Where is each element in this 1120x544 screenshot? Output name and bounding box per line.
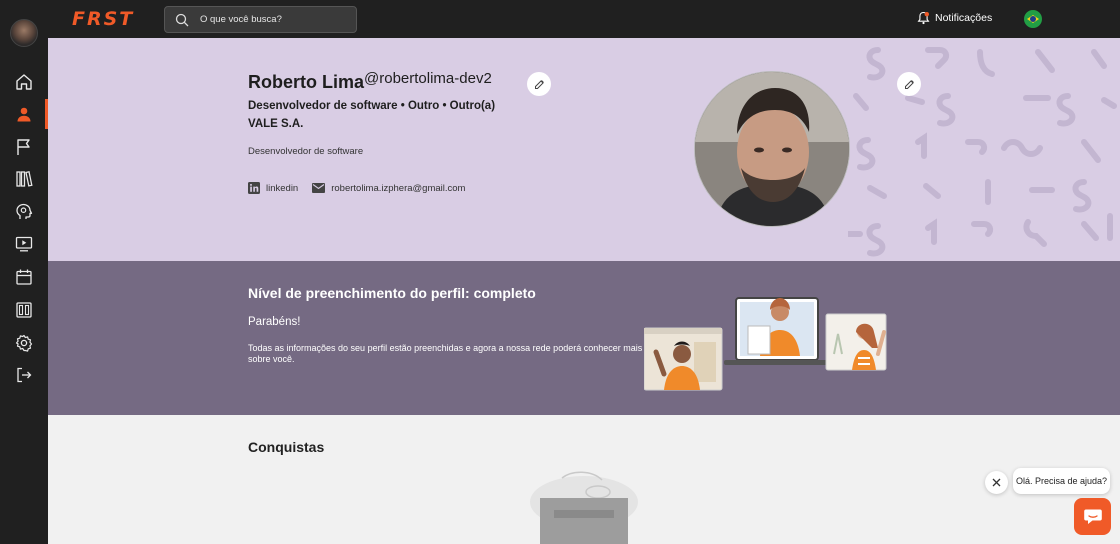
edit-profile-info-button[interactable] — [527, 72, 551, 96]
sidebar-item-mentoring[interactable] — [0, 197, 48, 227]
sidebar-item-library[interactable] — [0, 164, 48, 194]
chat-close-button[interactable] — [985, 471, 1008, 494]
profile-bio: Desenvolvedor de software — [248, 146, 364, 157]
profile-name: Roberto Lima — [248, 72, 365, 92]
profile-name-row: Roberto Lima @robertolima-dev2 — [248, 70, 492, 93]
profile-completion-section: Nível de preenchimento do perfil: comple… — [48, 261, 1120, 415]
frst-pattern-decoration — [848, 47, 1117, 257]
sidebar-item-calendar[interactable] — [0, 262, 48, 292]
sidebar-item-settings[interactable] — [0, 328, 48, 358]
library-icon — [16, 171, 33, 187]
search-placeholder: O que você busca? — [200, 14, 282, 25]
board-icon — [16, 302, 32, 318]
linkedin-label: linkedin — [266, 182, 299, 194]
profile-contact-links: linkedin robertolima.izphera@gmail.com — [248, 182, 465, 194]
bell-icon — [917, 11, 930, 25]
profile-banner: Roberto Lima @robertolima-dev2 Desenvolv… — [48, 38, 1120, 261]
email-label: robertolima.izphera@gmail.com — [331, 182, 466, 194]
video-call-illustration — [644, 297, 887, 391]
email-link[interactable]: robertolima.izphera@gmail.com — [312, 183, 465, 194]
edit-icon — [534, 79, 544, 89]
avatar[interactable] — [10, 19, 38, 47]
flag-icon — [17, 139, 30, 155]
search-input[interactable]: O que você busca? — [164, 6, 357, 33]
notifications-button[interactable]: Notificações — [917, 11, 992, 25]
completion-subtitle: Parabéns! — [248, 316, 301, 328]
sidebar-item-videos[interactable] — [0, 229, 48, 259]
completion-title: Nível de preenchimento do perfil: comple… — [248, 285, 536, 301]
chat-icon — [1083, 509, 1102, 524]
calendar-icon — [16, 269, 32, 285]
chat-open-button[interactable] — [1074, 498, 1111, 535]
edit-banner-button[interactable] — [897, 72, 921, 96]
sidebar-item-home[interactable] — [0, 67, 48, 97]
top-bar: FRST O que você busca? Notificações — [0, 0, 1120, 38]
play-icon — [15, 236, 33, 252]
close-icon — [992, 478, 1001, 487]
profile-photo-image — [695, 72, 849, 226]
notifications-label: Notificações — [935, 12, 993, 24]
user-icon — [17, 107, 31, 122]
empty-box-illustration — [530, 471, 638, 544]
chat-greeting-bubble[interactable]: Olá. Precisa de ajuda? — [1013, 468, 1110, 494]
linkedin-link[interactable]: linkedin — [248, 182, 298, 194]
gear-icon — [15, 334, 33, 352]
frst-logo[interactable]: FRST — [72, 8, 134, 30]
head-icon — [16, 203, 33, 219]
completion-text: Todas as informações do seu perfil estão… — [248, 343, 643, 364]
home-icon — [16, 74, 32, 90]
linkedin-icon — [248, 182, 260, 194]
profile-photo[interactable] — [694, 71, 850, 227]
sidebar-item-logout[interactable] — [0, 360, 48, 390]
mail-icon — [312, 183, 326, 193]
sidebar-item-flag[interactable] — [0, 132, 48, 162]
sidebar — [0, 0, 48, 544]
logout-icon — [17, 367, 32, 383]
achievements-title: Conquistas — [248, 439, 325, 455]
search-icon — [175, 13, 189, 27]
edit-icon — [904, 79, 914, 89]
sidebar-item-profile[interactable] — [0, 99, 48, 129]
sidebar-item-boards[interactable] — [0, 295, 48, 325]
profile-handle: @robertolima-dev2 — [364, 70, 492, 87]
language-flag-icon[interactable] — [1024, 10, 1042, 28]
profile-company: VALE S.A. — [248, 118, 304, 130]
profile-role: Desenvolvedor de software • Outro • Outr… — [248, 100, 496, 112]
